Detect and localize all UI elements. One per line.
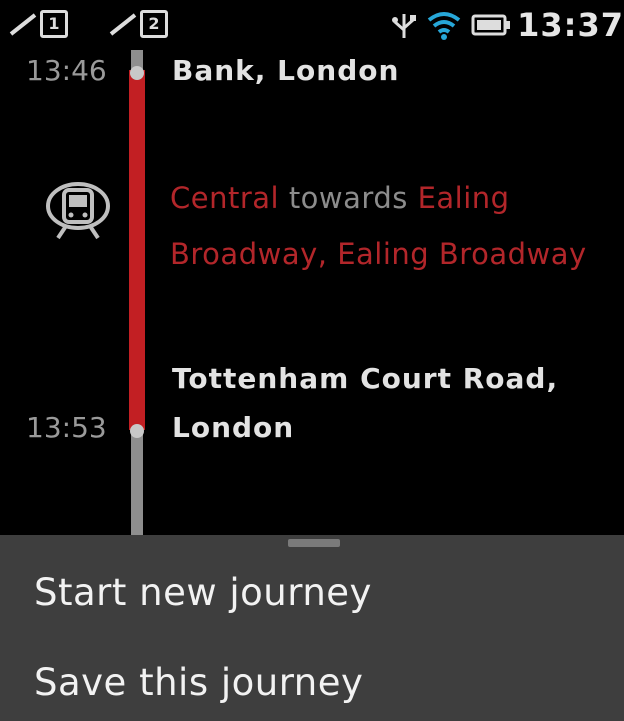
leg-description: Central towards Ealing Broadway, Ealing … <box>170 170 590 282</box>
signal-icon <box>9 13 37 36</box>
save-journey-button[interactable]: Save this journey <box>34 661 363 704</box>
sim2-signal: 2 <box>108 10 168 38</box>
sim2-badge: 2 <box>140 10 168 38</box>
timeline-leg-line <box>129 70 145 430</box>
stop-time-departure: 13:46 <box>26 54 107 87</box>
status-bar: 1 2 13:37 <box>0 0 624 50</box>
menu-drag-handle[interactable] <box>288 539 340 547</box>
sim1-badge: 1 <box>40 10 68 38</box>
usb-icon <box>392 14 417 38</box>
status-clock: 13:37 <box>517 6 624 44</box>
wifi-icon <box>427 12 461 40</box>
stop-marker <box>130 66 144 80</box>
train-icon <box>46 182 110 240</box>
start-new-journey-button[interactable]: Start new journey <box>34 571 372 614</box>
signal-icon <box>109 13 137 36</box>
stop-time-arrival: 13:53 <box>26 411 107 444</box>
line-name: Central <box>170 181 280 215</box>
stop-name-arrival-line1: Tottenham Court Road, <box>172 362 559 395</box>
stop-name-arrival-line2: London <box>172 411 295 444</box>
options-menu: Start new journey Save this journey <box>0 535 624 721</box>
status-right: 13:37 <box>391 6 624 44</box>
battery-icon <box>471 14 511 36</box>
towards-word: towards <box>288 181 408 215</box>
timeline-after <box>131 432 143 542</box>
sim1-signal: 1 <box>8 10 68 38</box>
stop-marker <box>130 424 144 438</box>
stop-name-departure: Bank, London <box>172 54 400 87</box>
